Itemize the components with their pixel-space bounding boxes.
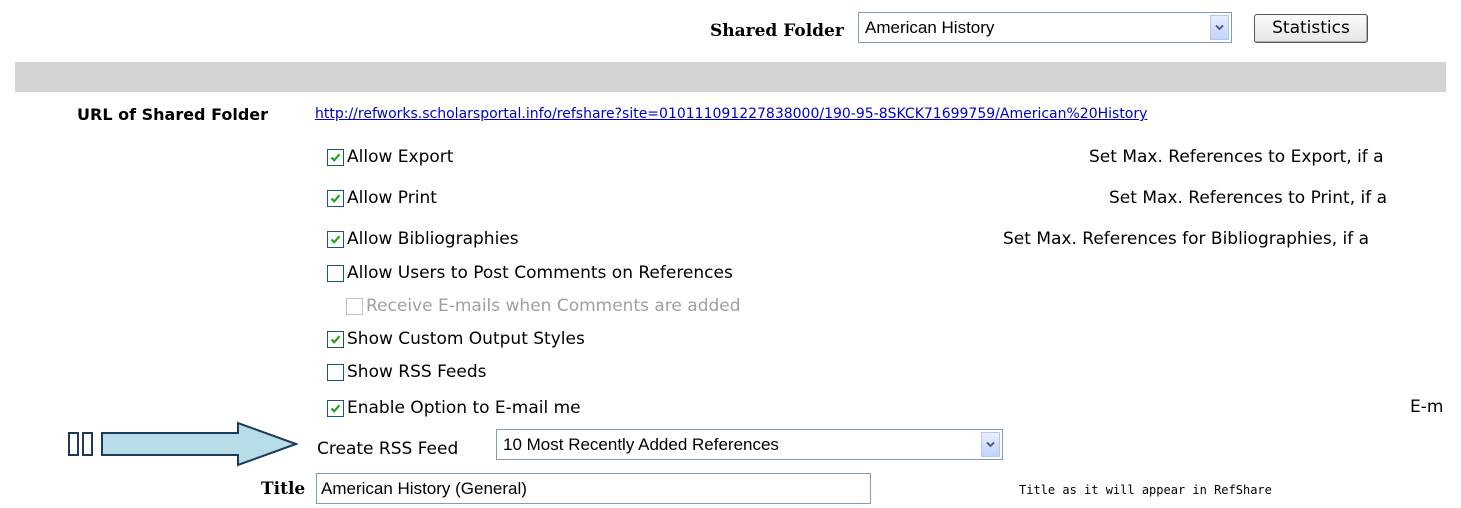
export-max-text: Set Max. References to Export, if a [1089,147,1384,167]
bibliographies-max-text: Set Max. References for Bibliographies, … [1003,229,1370,249]
checkmark-icon [330,193,341,203]
shared-folder-select[interactable]: American History [858,12,1232,43]
title-note: Title as it will appear in RefShare [1019,483,1272,497]
option-row[interactable]: Receive E-mails when Comments are added [346,295,741,317]
option-label: Show RSS Feeds [347,362,487,382]
url-label: URL of Shared Folder [77,105,269,124]
shared-folder-url-link[interactable]: http://refworks.scholarsportal.info/refs… [315,106,1147,122]
rss-feed-value: 10 Most Recently Added References [503,434,779,454]
checkbox[interactable] [327,399,344,417]
checkbox[interactable] [327,264,344,282]
option-label: Allow Export [347,147,454,167]
option-row[interactable]: Allow Print [327,187,437,209]
option-row[interactable]: Allow Users to Post Comments on Referenc… [327,262,733,284]
option-row[interactable]: Show Custom Output Styles [327,328,585,350]
annotation-arrow-icon [68,421,298,467]
create-rss-feed-label: Create RSS Feed [317,439,459,459]
option-label: Allow Bibliographies [347,229,519,249]
checkmark-icon [330,152,341,162]
print-max-text: Set Max. References to Print, if a [1109,188,1388,208]
title-label: Title [261,479,306,499]
checkbox[interactable] [327,230,344,248]
checkmark-icon [330,234,341,244]
checkbox[interactable] [327,363,344,381]
section-divider-bar [15,62,1446,92]
option-row[interactable]: Show RSS Feeds [327,361,487,383]
option-label: Show Custom Output Styles [347,329,585,349]
checkbox[interactable] [327,330,344,348]
email-text-truncated: E-m [1410,397,1444,417]
checkbox[interactable] [327,189,344,207]
checkmark-icon [330,403,341,413]
option-label: Allow Print [347,188,437,208]
option-label: Enable Option to E-mail me [347,398,581,418]
shared-folder-label: Shared Folder [710,21,844,41]
option-row[interactable]: Allow Bibliographies [327,228,519,250]
title-input-field[interactable] [317,474,870,503]
chevron-down-icon[interactable] [981,432,1000,457]
title-input[interactable] [316,473,871,504]
option-row[interactable]: Allow Export [327,146,453,168]
chevron-down-icon[interactable] [1210,15,1229,40]
checkbox[interactable] [327,148,344,166]
statistics-button[interactable]: Statistics [1254,14,1368,43]
option-label: Receive E-mails when Comments are added [366,296,741,316]
shared-folder-value: American History [865,17,995,37]
checkmark-icon [330,334,341,344]
rss-feed-select[interactable]: 10 Most Recently Added References [496,429,1003,460]
option-row[interactable]: Enable Option to E-mail me [327,397,581,419]
checkbox [346,297,363,315]
option-label: Allow Users to Post Comments on Referenc… [347,263,733,283]
